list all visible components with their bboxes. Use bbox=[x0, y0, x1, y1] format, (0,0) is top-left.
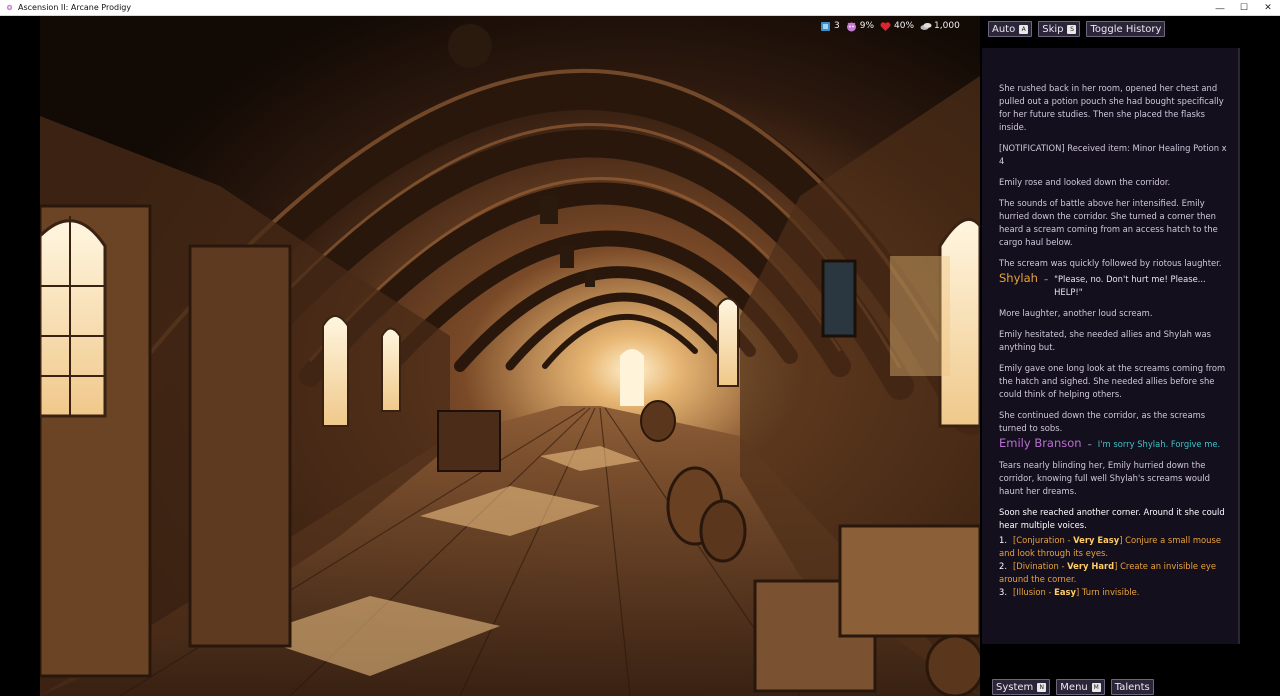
maximize-button[interactable]: ☐ bbox=[1232, 0, 1256, 16]
dialogue-emily: Emily Branson – I'm sorry Shylah. Forgiv… bbox=[999, 436, 1221, 450]
stat-level[interactable]: 3 bbox=[820, 21, 840, 32]
menu-button[interactable]: Menu M bbox=[1056, 679, 1105, 695]
skip-hotkey-badge: S bbox=[1067, 24, 1077, 34]
choice-list: 1. [Conjuration - Very Easy] Conjure a sm… bbox=[999, 534, 1233, 599]
choice-conjuration[interactable]: 1. [Conjuration - Very Easy] Conjure a sm… bbox=[999, 534, 1233, 560]
history-paragraph: She continued down the corridor, as the … bbox=[999, 410, 1206, 433]
coins-icon bbox=[920, 21, 932, 32]
history-scrollbar[interactable] bbox=[1238, 48, 1240, 644]
history-paragraph: Tears nearly blinding her, Emily hurried… bbox=[999, 460, 1210, 496]
corridor-background[interactable] bbox=[40, 16, 980, 696]
notification-line: [NOTIFICATION] Received item: Minor Heal… bbox=[999, 143, 1227, 166]
game-viewport: 3 9% 40% 1,000 Auto A Skip S Toggle Hist… bbox=[0, 16, 1280, 696]
auto-button[interactable]: Auto A bbox=[988, 21, 1033, 37]
history-paragraph: The sounds of battle above her intensifi… bbox=[999, 198, 1218, 247]
system-button[interactable]: System N bbox=[992, 679, 1051, 695]
dialogue-text: I'm sorry Shylah. Forgive me. bbox=[1097, 439, 1221, 449]
spellbook-icon bbox=[820, 21, 831, 32]
history-paragraph: Emily hesitated, she needed allies and S… bbox=[999, 329, 1211, 352]
dialogue-text: "Please, no. Don't hurt me! Please... HE… bbox=[1054, 274, 1206, 297]
corridor-illustration bbox=[40, 16, 980, 696]
stat-health[interactable]: 40% bbox=[880, 21, 914, 32]
toggle-history-button[interactable]: Toggle History bbox=[1086, 21, 1166, 37]
top-toolbar: Auto A Skip S Toggle History bbox=[988, 21, 1166, 37]
stat-health-value: 40% bbox=[894, 21, 915, 31]
stat-level-value: 3 bbox=[834, 21, 840, 31]
demon-face-icon bbox=[846, 21, 857, 32]
app-icon bbox=[4, 3, 14, 13]
history-paragraph: Emily rose and looked down the corridor. bbox=[999, 177, 1171, 187]
history-paragraph: Emily gave one long look at the screams … bbox=[999, 363, 1226, 399]
stats-hud: 3 9% 40% 1,000 bbox=[820, 17, 960, 35]
bottom-toolbar: System N Menu M Talents bbox=[992, 679, 1154, 695]
stat-corruption-value: 9% bbox=[859, 21, 875, 31]
stat-corruption[interactable]: 9% bbox=[846, 21, 874, 32]
history-paragraph: More laughter, another loud scream. bbox=[999, 308, 1153, 318]
skip-button[interactable]: Skip S bbox=[1038, 21, 1081, 37]
dialogue-shylah: Shylah – "Please, no. Don't hurt me! Ple… bbox=[999, 272, 1233, 299]
system-hotkey-badge: N bbox=[1037, 682, 1047, 692]
window-title: Ascension II: Arcane Prodigy bbox=[18, 3, 132, 12]
history-panel[interactable]: She rushed back in her room, opened her … bbox=[982, 48, 1240, 644]
current-narration: Soon she reached another corner. Around … bbox=[999, 507, 1225, 530]
speaker-name: Emily Branson bbox=[999, 436, 1082, 450]
choice-divination[interactable]: 2. [Divination - Very Hard] Create an inv… bbox=[999, 560, 1233, 586]
history-paragraph: The scream was quickly followed by rioto… bbox=[999, 258, 1222, 268]
history-paragraph: She rushed back in her room, opened her … bbox=[999, 83, 1224, 132]
menu-hotkey-badge: M bbox=[1091, 682, 1101, 692]
window-titlebar: Ascension II: Arcane Prodigy — ☐ ✕ bbox=[0, 0, 1280, 16]
heart-icon bbox=[880, 21, 891, 32]
close-button[interactable]: ✕ bbox=[1256, 0, 1280, 16]
talents-button[interactable]: Talents bbox=[1110, 679, 1154, 695]
speaker-name: Shylah bbox=[999, 271, 1038, 285]
stat-silver-value: 1,000 bbox=[934, 21, 960, 31]
stat-silver[interactable]: 1,000 bbox=[920, 21, 960, 32]
auto-hotkey-badge: A bbox=[1019, 24, 1029, 34]
choice-illusion[interactable]: 3. [Illusion - Easy] Turn invisible. bbox=[999, 586, 1233, 599]
minimize-button[interactable]: — bbox=[1208, 0, 1232, 16]
